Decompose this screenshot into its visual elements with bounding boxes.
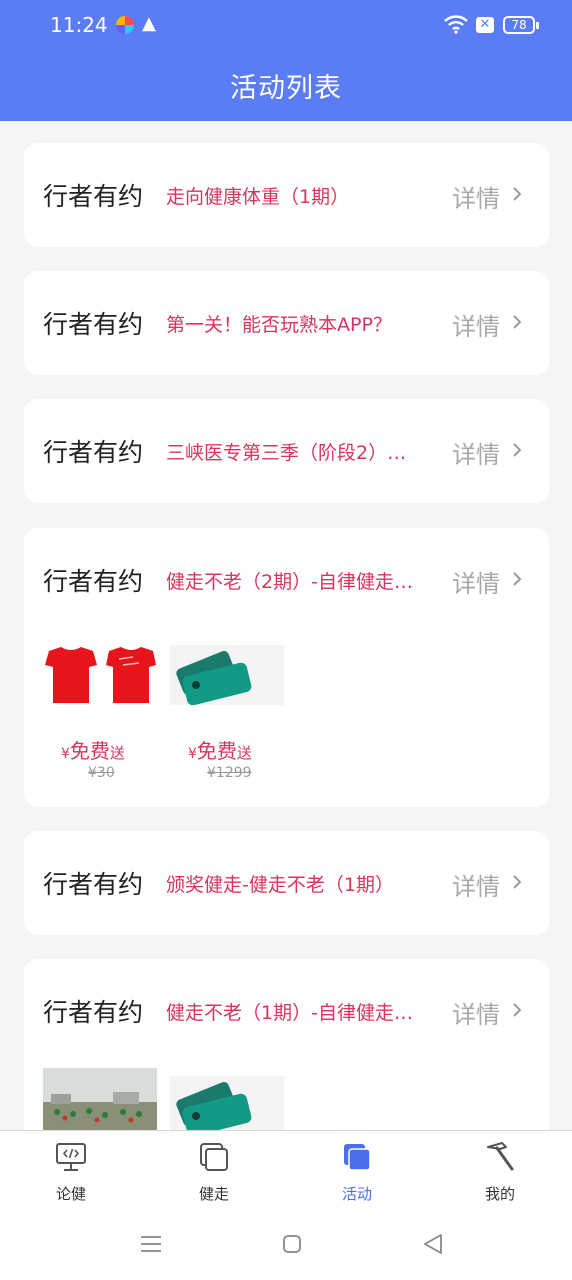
detail-link[interactable]: 详情 xyxy=(452,179,500,214)
chevron-right-icon xyxy=(513,875,522,889)
activity-name: 健走不老（2期）-自律健走… xyxy=(166,571,413,593)
activity-name: 走向健康体重（1期） xyxy=(166,186,350,208)
reward-price: ¥免费送 xyxy=(188,739,252,763)
page-title: 活动列表 xyxy=(230,73,342,104)
activity-organizer: 行者有约 xyxy=(43,998,144,1027)
menu-icon[interactable] xyxy=(139,1232,163,1256)
tab-label: 健走 xyxy=(198,1185,229,1203)
reward-item[interactable]: ¥免费送 ¥30 xyxy=(43,645,157,785)
bottom-tab-bar: 论健 健走 活动 我的 xyxy=(0,1130,572,1210)
green-phone-image xyxy=(170,645,284,705)
activity-organizer: 行者有约 xyxy=(43,567,144,596)
chevron-right-icon xyxy=(513,443,522,457)
activity-name: 健走不老（1期）-自律健走… xyxy=(166,1002,413,1024)
chevron-right-icon xyxy=(513,187,522,201)
tab-huodong[interactable]: 活动 xyxy=(307,1131,407,1211)
chevron-right-icon xyxy=(513,1003,522,1017)
back-icon[interactable] xyxy=(421,1232,445,1256)
tab-wode[interactable]: 我的 xyxy=(450,1131,550,1211)
activity-name: 颁奖健走-健走不老（1期） xyxy=(166,874,394,896)
activity-organizer: 行者有约 xyxy=(43,438,144,467)
activity-organizer: 行者有约 xyxy=(43,182,144,211)
activity-card[interactable]: 行者有约 健走不老（2期）-自律健走… 详情 ¥免费送 ¥30 ¥免费送 ¥12… xyxy=(24,528,549,807)
app-header: 11:24 ▲ ✕ 78 活动列表 xyxy=(0,0,572,121)
reward-price: ¥免费送 xyxy=(61,739,125,763)
app-notification-icon xyxy=(116,16,134,34)
reward-original-price: ¥30 xyxy=(88,765,115,781)
activity-name: 第一关！能否玩熟本APP？ xyxy=(166,314,392,336)
stacked-squares-icon xyxy=(200,1143,228,1171)
warning-icon: ▲ xyxy=(142,13,156,34)
tab-label: 论健 xyxy=(55,1185,86,1203)
reward-original-price: ¥1299 xyxy=(207,765,252,781)
activity-card[interactable]: 行者有约 走向健康体重（1期） 详情 xyxy=(24,143,549,247)
tab-label: 我的 xyxy=(484,1185,515,1203)
wifi-icon xyxy=(444,15,468,34)
home-icon[interactable] xyxy=(280,1232,304,1256)
chevron-right-icon xyxy=(513,572,522,586)
tab-label: 活动 xyxy=(341,1185,372,1203)
chevron-right-icon xyxy=(513,315,522,329)
activity-card[interactable]: 行者有约 健走不老（1期）-自律健走… 详情 xyxy=(24,959,549,1130)
activity-card[interactable]: 行者有约 颁奖健走-健走不老（1期） 详情 xyxy=(24,831,549,935)
detail-link[interactable]: 详情 xyxy=(452,435,500,470)
system-nav-bar xyxy=(0,1210,572,1280)
red-tshirts-image xyxy=(43,645,157,705)
status-time: 11:24 xyxy=(50,13,108,37)
detail-link[interactable]: 详情 xyxy=(452,867,500,902)
no-sim-icon: ✕ xyxy=(476,17,494,33)
detail-link[interactable]: 详情 xyxy=(452,307,500,342)
reward-item[interactable] xyxy=(170,1076,284,1130)
monitor-code-icon xyxy=(56,1143,86,1171)
battery-icon: 78 xyxy=(503,16,539,34)
tab-jianzou[interactable]: 健走 xyxy=(164,1131,264,1211)
status-bar: 11:24 ▲ ✕ 78 xyxy=(0,0,572,52)
tab-lunjian[interactable]: 论健 xyxy=(21,1131,121,1211)
stacked-squares-filled-icon xyxy=(344,1144,371,1171)
activity-list[interactable]: 行者有约 走向健康体重（1期） 详情 行者有约 第一关！能否玩熟本APP？ 详情… xyxy=(0,121,572,1130)
detail-link[interactable]: 详情 xyxy=(452,564,500,599)
activity-card[interactable]: 行者有约 第一关！能否玩熟本APP？ 详情 xyxy=(24,271,549,375)
reward-item[interactable] xyxy=(43,1068,157,1130)
walking-crowd-photo xyxy=(43,1068,157,1130)
activity-organizer: 行者有约 xyxy=(43,310,144,339)
detail-link[interactable]: 详情 xyxy=(452,995,500,1030)
activity-card[interactable]: 行者有约 三峡医专第三季（阶段2）… 详情 xyxy=(24,399,549,503)
activity-name: 三峡医专第三季（阶段2）… xyxy=(166,442,407,464)
hammer-icon xyxy=(487,1142,514,1171)
reward-item[interactable]: ¥免费送 ¥1299 xyxy=(170,645,284,785)
green-phone-image xyxy=(170,1076,284,1130)
activity-organizer: 行者有约 xyxy=(43,870,144,899)
